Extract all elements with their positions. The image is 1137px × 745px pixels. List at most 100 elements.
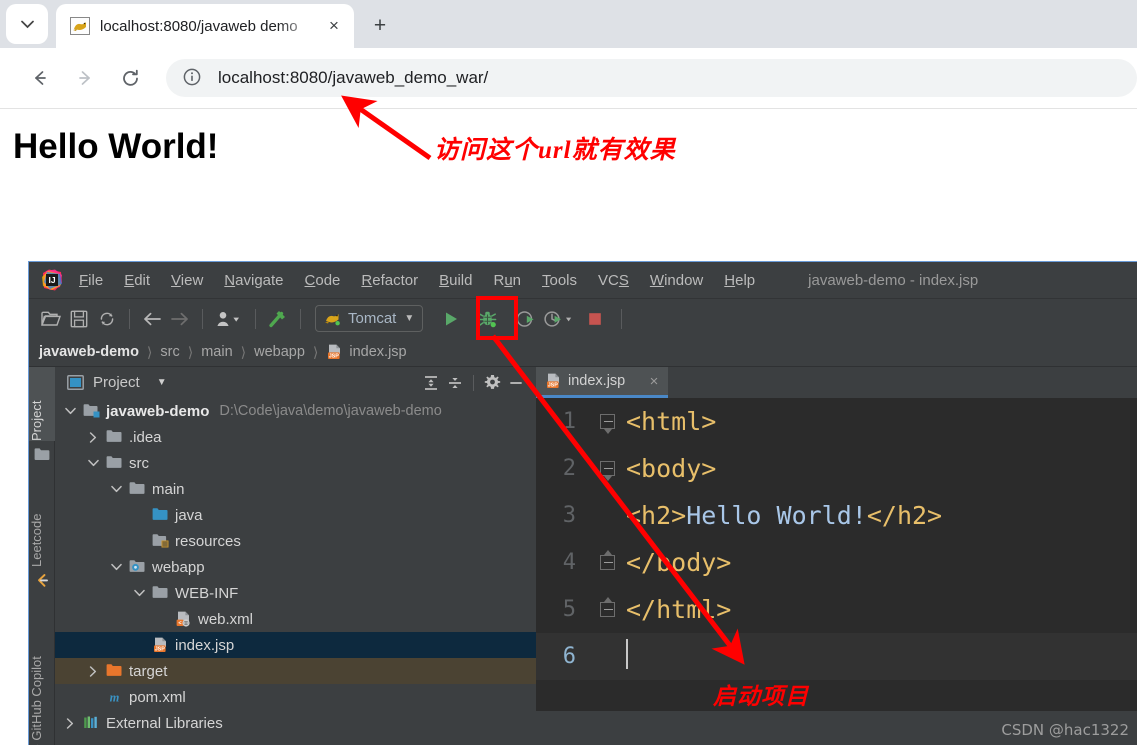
code-line[interactable]: 6 (536, 633, 1137, 680)
tree-node-path: D:\Code\java\demo\javaweb-demo (219, 403, 442, 419)
chevron-down-icon[interactable] (132, 586, 146, 600)
run-configuration-selector[interactable]: Tomcat ▼ (315, 305, 424, 332)
sidebar-item-project[interactable]: Project (29, 367, 55, 441)
chevron-down-icon[interactable]: ▼ (157, 377, 167, 388)
reload-icon[interactable] (112, 60, 148, 96)
screenshot-root: localhost:8080/javaweb demo × + localhos… (0, 0, 1137, 745)
breadcrumb-item-webapp[interactable]: webapp (254, 344, 305, 360)
tree-node-src[interactable]: src (55, 450, 536, 476)
chevron-down-icon[interactable] (86, 456, 100, 470)
breadcrumb-item-javaweb-demo[interactable]: javaweb-demo (39, 344, 139, 360)
code-line[interactable]: 5 </html> (536, 586, 1137, 633)
close-icon[interactable]: × (646, 373, 662, 390)
code-fold-toggle[interactable] (588, 597, 626, 617)
user-dropdown-icon[interactable] (211, 305, 247, 333)
tree-node-javaweb-demo[interactable]: javaweb-demo D:\Code\java\demo\javaweb-de… (55, 398, 536, 424)
chevron-down-icon[interactable] (109, 482, 123, 496)
menu-item-vcs[interactable]: VCS (598, 272, 629, 289)
intellij-idea-window: IJ File Edit View Navigate Code Refactor Build… (28, 261, 1137, 745)
open-folder-icon[interactable] (37, 305, 65, 333)
tree-node-resources[interactable]: resources (55, 528, 536, 554)
breadcrumb-item-main[interactable]: main (201, 344, 232, 360)
code-editor[interactable]: 1 <html> 2 <body> 3 <h2>Hello World!</h2> 4 </b… (536, 398, 1137, 711)
chevron-right-icon[interactable] (63, 716, 77, 730)
menu-item-window[interactable]: Window (650, 272, 703, 289)
menu-item-file[interactable]: File (79, 272, 103, 289)
minimize-icon[interactable] (504, 371, 528, 395)
collapse-all-icon[interactable] (443, 371, 467, 395)
menu-item-code[interactable]: Code (305, 272, 341, 289)
site-information-icon[interactable] (182, 67, 204, 89)
browser-tab[interactable]: localhost:8080/javaweb demo × (56, 4, 354, 48)
menu-item-help[interactable]: Help (724, 272, 755, 289)
tree-node-webapp[interactable]: webapp (55, 554, 536, 580)
address-bar[interactable]: localhost:8080/javaweb_demo_war/ (166, 59, 1137, 97)
watermark: CSDN @hac1322 (1001, 721, 1129, 739)
navigate-forward-icon[interactable] (166, 305, 194, 333)
menu-item-build[interactable]: Build (439, 272, 472, 289)
tomcat-cat-icon (324, 311, 341, 326)
menu-item-tools[interactable]: Tools (542, 272, 577, 289)
close-icon[interactable]: × (322, 14, 346, 38)
url-annotation-text: 访问这个url就有效果 (434, 137, 676, 164)
forward-icon[interactable] (67, 60, 103, 96)
expand-all-icon[interactable] (419, 371, 443, 395)
svg-text:JSP: JSP (155, 647, 166, 653)
breadcrumb-item-src[interactable]: src (160, 344, 179, 360)
editor-area: JSP index.jsp × 1 <html> 2 <body> 3 <h2>Hello… (536, 367, 1137, 745)
code-text: </body> (626, 548, 732, 577)
sync-icon[interactable] (93, 305, 121, 333)
tool-window-strip: Project Leetcode ome to GitHub Copilot (29, 367, 55, 745)
editor-tab-index-jsp[interactable]: JSP index.jsp × (536, 367, 668, 398)
tab-search-chevron-icon[interactable] (6, 4, 48, 44)
sidebar-item-leetcode[interactable]: Leetcode (29, 485, 55, 568)
menu-item-refactor[interactable]: Refactor (361, 272, 418, 289)
tree-node-label: index.jsp (175, 636, 235, 654)
menu-item-navigate[interactable]: Navigate (224, 272, 283, 289)
chevron-down-icon[interactable]: ▼ (404, 313, 414, 324)
new-tab-button[interactable]: + (366, 12, 394, 40)
save-icon[interactable] (65, 305, 93, 333)
tree-node-web-inf[interactable]: WEB-INF (55, 580, 536, 606)
tree-node--idea[interactable]: .idea (55, 424, 536, 450)
menu-item-run[interactable]: Run (493, 272, 521, 289)
tree-node-external-libraries[interactable]: External Libraries (55, 710, 536, 736)
code-fold-toggle[interactable] (588, 550, 626, 570)
code-line[interactable]: 2 <body> (536, 445, 1137, 492)
browser-toolbar: localhost:8080/javaweb_demo_war/ (0, 48, 1137, 109)
project-panel-header: Project ▼ (55, 367, 536, 398)
run-play-icon[interactable] (437, 305, 465, 333)
code-fold-toggle[interactable] (588, 414, 626, 429)
folder-icon (152, 585, 169, 601)
code-fold-toggle[interactable] (588, 461, 626, 476)
gear-icon[interactable] (480, 371, 504, 395)
chevron-down-icon[interactable] (63, 404, 77, 418)
menu-item-edit[interactable]: Edit (124, 272, 150, 289)
chevron-right-icon[interactable] (86, 664, 100, 678)
navigate-back-icon[interactable] (138, 305, 166, 333)
tree-node-label: External Libraries (106, 714, 223, 732)
breadcrumb-item-index-jsp[interactable]: index.jsp (349, 344, 406, 360)
tree-node-pom-xml[interactable]: m pom.xml (55, 684, 536, 710)
editor-tab-bar: JSP index.jsp × (536, 367, 1137, 398)
tree-node-target[interactable]: target (55, 658, 536, 684)
chevron-right-icon[interactable] (86, 430, 100, 444)
stop-icon[interactable] (581, 305, 609, 333)
code-line[interactable]: 4 </body> (536, 539, 1137, 586)
build-hammer-icon[interactable] (264, 305, 292, 333)
breadcrumb-items: javaweb-demo ⟩ src ⟩ main ⟩ webapp ⟩ JSP index.js… (39, 344, 407, 361)
menu-item-view[interactable]: View (171, 272, 203, 289)
chevron-down-icon[interactable] (109, 560, 123, 574)
tree-node-label: target (129, 662, 168, 680)
tree-node-web-xml[interactable]: < web.xml (55, 606, 536, 632)
profiler-icon[interactable] (539, 305, 577, 333)
code-line[interactable]: 3 <h2>Hello World!</h2> (536, 492, 1137, 539)
code-line[interactable]: 1 <html> (536, 398, 1137, 445)
tree-node-java[interactable]: java (55, 502, 536, 528)
sidebar-item-github-copilot[interactable]: ome to GitHub Copilot (29, 609, 55, 745)
tree-twisty-placeholder (132, 534, 146, 548)
tree-twisty-placeholder (132, 638, 146, 652)
tree-node-main[interactable]: main (55, 476, 536, 502)
back-icon[interactable] (22, 60, 58, 96)
tree-node-index-jsp[interactable]: JSP index.jsp (55, 632, 536, 658)
